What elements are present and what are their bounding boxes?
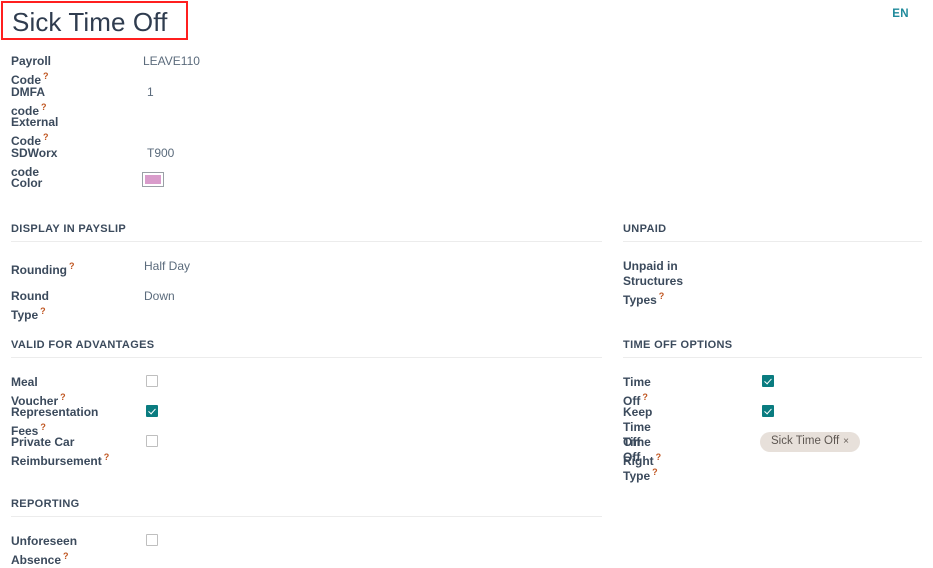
checkbox-meal-voucher[interactable] bbox=[146, 375, 158, 387]
help-icon[interactable]: ? bbox=[40, 422, 46, 432]
help-icon[interactable]: ? bbox=[104, 452, 110, 462]
section-unpaid: UNPAID bbox=[623, 222, 922, 242]
field-payroll-code-value[interactable]: LEAVE110 bbox=[143, 54, 200, 69]
section-divider bbox=[623, 357, 922, 358]
field-private-car-reimbursement-label: Private Car Reimbursement? bbox=[11, 435, 110, 468]
field-time-off-type-label: Time Off Type? bbox=[623, 435, 658, 483]
checkbox-time-off[interactable] bbox=[762, 375, 774, 387]
checkbox-representation-fees[interactable] bbox=[146, 405, 158, 417]
field-representation-fees-label: Representation Fees? bbox=[11, 405, 99, 438]
section-display-in-payslip-title: DISPLAY IN PAYSLIP bbox=[11, 223, 127, 235]
section-time-off-options-title: TIME OFF OPTIONS bbox=[623, 339, 733, 351]
help-icon[interactable]: ? bbox=[60, 392, 66, 402]
section-valid-for-advantages-title: VALID FOR ADVANTAGES bbox=[11, 339, 155, 351]
page-title-highlight: Sick Time Off bbox=[1, 1, 188, 40]
help-icon[interactable]: ? bbox=[43, 132, 49, 142]
color-swatch-fill bbox=[145, 175, 161, 184]
section-reporting: REPORTING bbox=[11, 497, 602, 517]
checkbox-keep-time-off-right[interactable] bbox=[762, 405, 774, 417]
section-display-in-payslip: DISPLAY IN PAYSLIP bbox=[11, 222, 602, 242]
field-round-type-label: Round Type? bbox=[11, 289, 49, 322]
field-sdworx-code-value[interactable]: T900 bbox=[147, 146, 174, 161]
help-icon[interactable]: ? bbox=[69, 261, 75, 271]
field-external-code-label: External Code? bbox=[11, 115, 59, 148]
tag-label: Sick Time Off bbox=[771, 435, 840, 447]
help-icon[interactable]: ? bbox=[642, 392, 648, 402]
section-unpaid-title: UNPAID bbox=[623, 223, 667, 235]
section-divider bbox=[11, 357, 602, 358]
field-round-type-value[interactable]: Down bbox=[144, 289, 175, 304]
field-unpaid-in-structures-types-label: Unpaid in Structures Types? bbox=[623, 259, 684, 307]
section-time-off-options: TIME OFF OPTIONS bbox=[623, 338, 922, 358]
help-icon[interactable]: ? bbox=[41, 102, 47, 112]
section-reporting-title: REPORTING bbox=[11, 498, 80, 510]
help-icon[interactable]: ? bbox=[652, 467, 658, 477]
checkbox-private-car-reimbursement[interactable] bbox=[146, 435, 158, 447]
record-form: Sick Time Off EN Payroll Code? LEAVE110 … bbox=[0, 0, 933, 567]
section-divider bbox=[623, 241, 922, 242]
checkbox-unforeseen-absence[interactable] bbox=[146, 534, 158, 546]
field-payroll-code-label: Payroll Code? bbox=[11, 54, 52, 87]
close-icon[interactable]: × bbox=[843, 436, 849, 447]
field-rounding-value[interactable]: Half Day bbox=[144, 259, 190, 274]
field-dmfa-code-value[interactable]: 1 bbox=[147, 85, 154, 100]
help-icon[interactable]: ? bbox=[40, 306, 46, 316]
language-selector[interactable]: EN bbox=[892, 8, 909, 20]
section-divider bbox=[11, 241, 602, 242]
section-divider bbox=[11, 516, 602, 517]
field-rounding-label: Rounding? bbox=[11, 261, 75, 277]
help-icon[interactable]: ? bbox=[43, 71, 49, 81]
page-title: Sick Time Off bbox=[12, 7, 168, 37]
field-sdworx-code-label: SDWorx code bbox=[11, 146, 58, 179]
field-time-off-label: Time Off? bbox=[623, 375, 651, 408]
help-icon[interactable]: ? bbox=[659, 291, 665, 301]
field-dmfa-code-label: DMFA code? bbox=[11, 85, 47, 118]
field-unforeseen-absence-label: Unforeseen Absence? bbox=[11, 534, 78, 567]
color-swatch[interactable] bbox=[142, 172, 164, 187]
field-meal-voucher-label: Meal Voucher? bbox=[11, 375, 66, 408]
field-color-label: Color bbox=[11, 176, 43, 190]
tag-time-off-type[interactable]: Sick Time Off × bbox=[760, 432, 861, 452]
section-valid-for-advantages: VALID FOR ADVANTAGES bbox=[11, 338, 602, 358]
help-icon[interactable]: ? bbox=[63, 551, 69, 561]
